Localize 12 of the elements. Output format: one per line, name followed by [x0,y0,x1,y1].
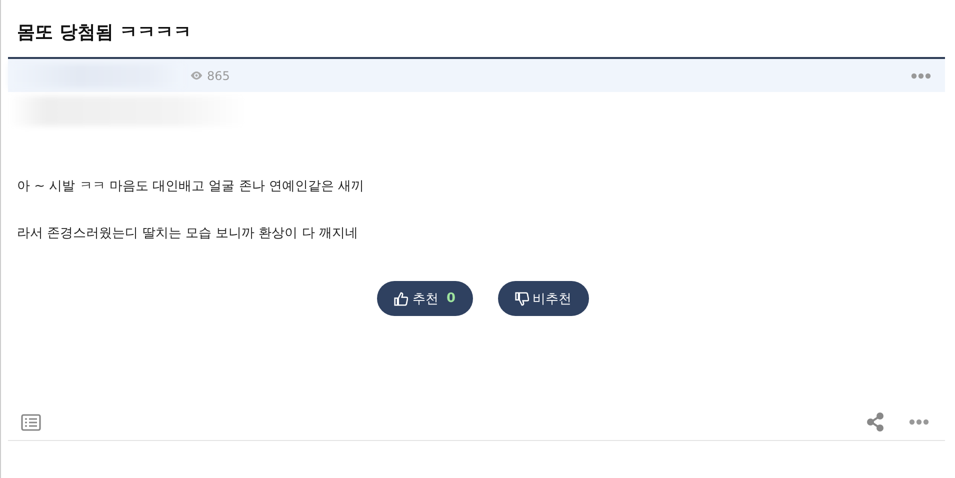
upvote-button[interactable]: 추천 0 [377,281,473,316]
more-icon[interactable] [911,72,931,78]
post-text: 아 ~ 시발 ㅋㅋ 마음도 대인배고 얼굴 존나 연예인같은 새끼 [17,178,366,195]
list-icon[interactable] [21,414,41,430]
downvote-button[interactable]: 비추천 [498,281,589,316]
more-icon[interactable] [909,419,929,425]
thumbs-up-icon [394,292,408,306]
post-text: 라서 존경스러웠는디 딸치는 모습 보니까 환상이 다 깨지네 [17,225,359,242]
eye-icon [190,71,203,80]
share-icon[interactable] [866,412,885,432]
view-count: 865 [207,68,230,82]
thumbs-down-icon [514,292,529,306]
